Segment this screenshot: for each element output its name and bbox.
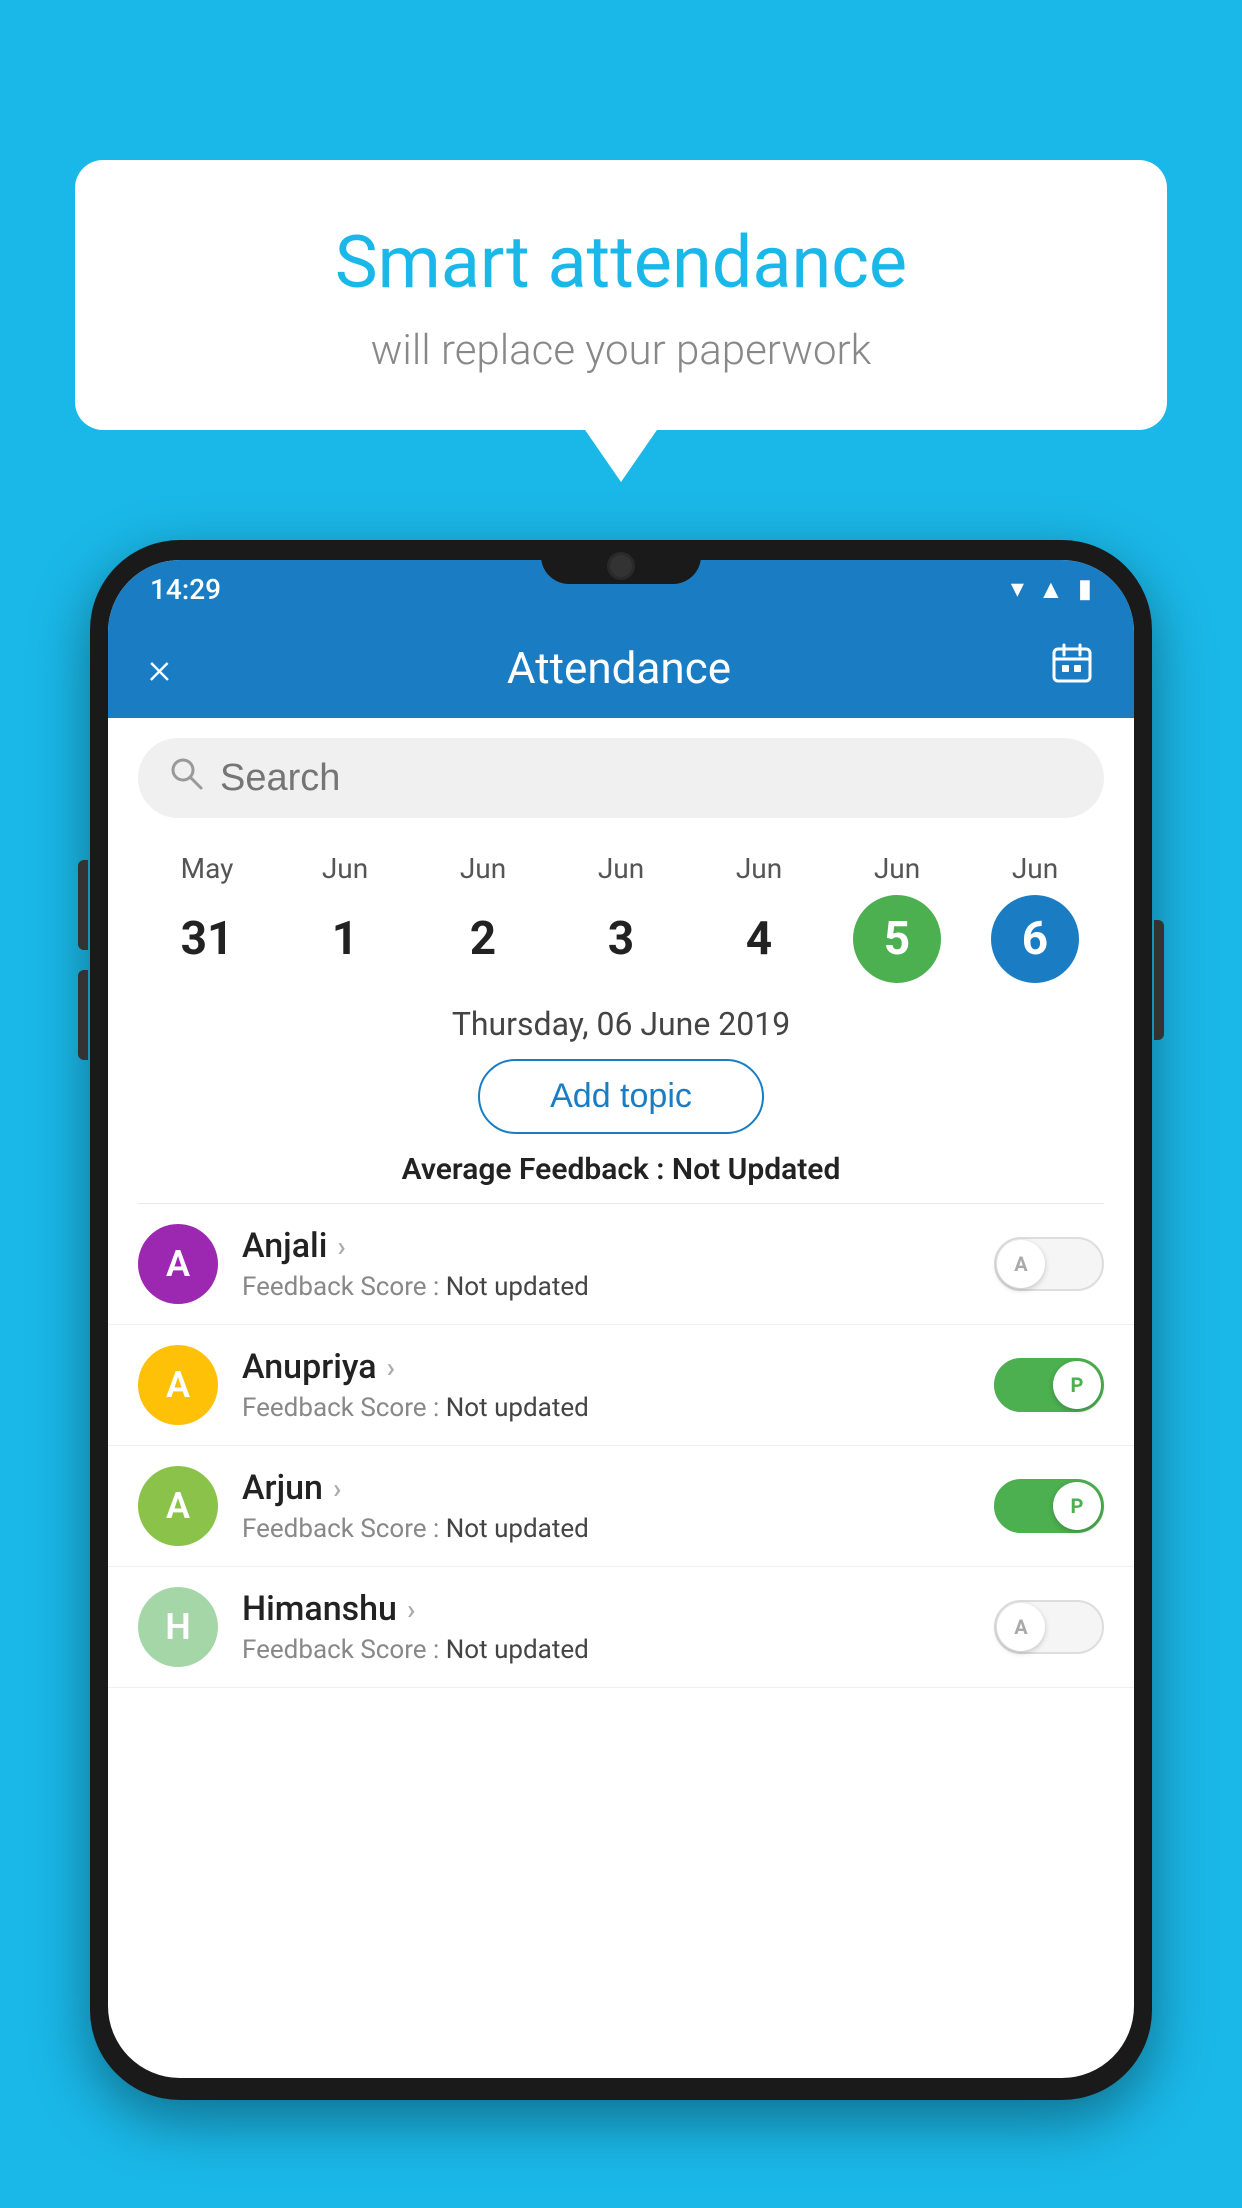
attendance-toggle[interactable]: P xyxy=(994,1479,1104,1533)
toggle-knob: A xyxy=(997,1603,1045,1651)
wifi-icon: ▾ xyxy=(1011,574,1024,604)
cal-date[interactable]: 31 xyxy=(163,895,251,983)
student-name: Himanshu › xyxy=(242,1589,970,1629)
power-button xyxy=(1154,920,1164,1040)
chevron-icon: › xyxy=(407,1593,415,1626)
calendar-strip: May 31 Jun 1 Jun 2 Jun 3 Jun 4 Jun 5 Jun 6 xyxy=(108,838,1134,993)
list-item[interactable]: A Arjun › Feedback Score : Not updated P xyxy=(108,1446,1134,1567)
chevron-icon: › xyxy=(337,1230,345,1263)
student-info: Anjali › Feedback Score : Not updated xyxy=(242,1226,970,1302)
student-feedback: Feedback Score : Not updated xyxy=(242,1635,970,1665)
calendar-icon[interactable] xyxy=(1050,641,1094,695)
student-feedback: Feedback Score : Not updated xyxy=(242,1393,970,1423)
avg-feedback-label: Average Feedback : xyxy=(402,1152,665,1187)
bubble-subtitle: will replace your paperwork xyxy=(135,326,1107,375)
phone-mockup: 14:29 ▾ ▲ ▮ × Attendance xyxy=(90,540,1152,2208)
toggle-knob: P xyxy=(1053,1482,1101,1530)
search-icon xyxy=(168,755,204,801)
cal-date[interactable]: 3 xyxy=(577,895,665,983)
toggle-knob: A xyxy=(997,1240,1045,1288)
cal-month: Jun xyxy=(736,852,782,885)
bubble-title: Smart attendance xyxy=(135,220,1107,306)
battery-icon: ▮ xyxy=(1078,574,1092,604)
attendance-toggle[interactable]: A xyxy=(994,1600,1104,1654)
cal-month: Jun xyxy=(874,852,920,885)
toggle-wrap[interactable]: A xyxy=(994,1237,1104,1291)
student-name: Anjali › xyxy=(242,1226,970,1266)
toggle-knob: P xyxy=(1053,1361,1101,1409)
app-bar: × Attendance xyxy=(108,618,1134,718)
avatar: H xyxy=(138,1587,218,1667)
avatar: A xyxy=(138,1345,218,1425)
status-icons: ▾ ▲ ▮ xyxy=(1011,574,1092,605)
phone-notch xyxy=(541,540,701,584)
chevron-icon: › xyxy=(387,1351,395,1384)
cal-date[interactable]: 1 xyxy=(301,895,389,983)
cal-day[interactable]: May 31 xyxy=(138,852,276,983)
search-bar[interactable] xyxy=(138,738,1104,818)
cal-month: Jun xyxy=(1012,852,1058,885)
cal-date[interactable]: 6 xyxy=(991,895,1079,983)
student-info: Anupriya › Feedback Score : Not updated xyxy=(242,1347,970,1423)
student-info: Himanshu › Feedback Score : Not updated xyxy=(242,1589,970,1665)
volume-up-button xyxy=(78,860,88,950)
avatar: A xyxy=(138,1466,218,1546)
speech-bubble: Smart attendance will replace your paper… xyxy=(75,160,1167,430)
cal-date[interactable]: 4 xyxy=(715,895,803,983)
feedback-value: Not updated xyxy=(446,1514,589,1544)
search-input[interactable] xyxy=(220,757,1074,800)
avg-feedback: Average Feedback : Not Updated xyxy=(108,1152,1134,1187)
student-feedback: Feedback Score : Not updated xyxy=(242,1514,970,1544)
attendance-toggle[interactable]: A xyxy=(994,1237,1104,1291)
list-item[interactable]: A Anupriya › Feedback Score : Not updated P xyxy=(108,1325,1134,1446)
toggle-wrap[interactable]: P xyxy=(994,1479,1104,1533)
volume-down-button xyxy=(78,970,88,1060)
front-camera xyxy=(607,552,635,580)
signal-icon: ▲ xyxy=(1038,574,1064,605)
cal-month: May xyxy=(181,852,234,885)
toggle-wrap[interactable]: P xyxy=(994,1358,1104,1412)
cal-date[interactable]: 2 xyxy=(439,895,527,983)
student-name: Anupriya › xyxy=(242,1347,970,1387)
cal-day[interactable]: Jun 4 xyxy=(690,852,828,983)
cal-day[interactable]: Jun 1 xyxy=(276,852,414,983)
chevron-icon: › xyxy=(333,1472,341,1505)
app-title: Attendance xyxy=(188,642,1050,694)
list-item[interactable]: H Himanshu › Feedback Score : Not updated A xyxy=(108,1567,1134,1688)
feedback-value: Not updated xyxy=(446,1635,589,1665)
cal-day[interactable]: Jun 6 xyxy=(966,852,1104,983)
student-list: AAnjali ›Feedback Score : Not updatedAAA… xyxy=(108,1204,1134,1688)
cal-day[interactable]: Jun 3 xyxy=(552,852,690,983)
selected-date-label: Thursday, 06 June 2019 xyxy=(108,993,1134,1059)
cal-day[interactable]: Jun 5 xyxy=(828,852,966,983)
student-name: Arjun › xyxy=(242,1468,970,1508)
cal-month: Jun xyxy=(598,852,644,885)
cal-day[interactable]: Jun 2 xyxy=(414,852,552,983)
student-info: Arjun › Feedback Score : Not updated xyxy=(242,1468,970,1544)
cal-date[interactable]: 5 xyxy=(853,895,941,983)
avatar: A xyxy=(138,1224,218,1304)
feedback-value: Not updated xyxy=(446,1272,589,1302)
student-feedback: Feedback Score : Not updated xyxy=(242,1272,970,1302)
toggle-wrap[interactable]: A xyxy=(994,1600,1104,1654)
phone-screen: 14:29 ▾ ▲ ▮ × Attendance xyxy=(108,560,1134,2078)
status-time: 14:29 xyxy=(150,573,221,606)
attendance-toggle[interactable]: P xyxy=(994,1358,1104,1412)
avg-feedback-value: Not Updated xyxy=(672,1152,840,1187)
feedback-value: Not updated xyxy=(446,1393,589,1423)
cal-month: Jun xyxy=(322,852,368,885)
list-item[interactable]: A Anjali › Feedback Score : Not updated A xyxy=(108,1204,1134,1325)
cal-month: Jun xyxy=(460,852,506,885)
phone-outer: 14:29 ▾ ▲ ▮ × Attendance xyxy=(90,540,1152,2100)
add-topic-button[interactable]: Add topic xyxy=(478,1059,764,1134)
